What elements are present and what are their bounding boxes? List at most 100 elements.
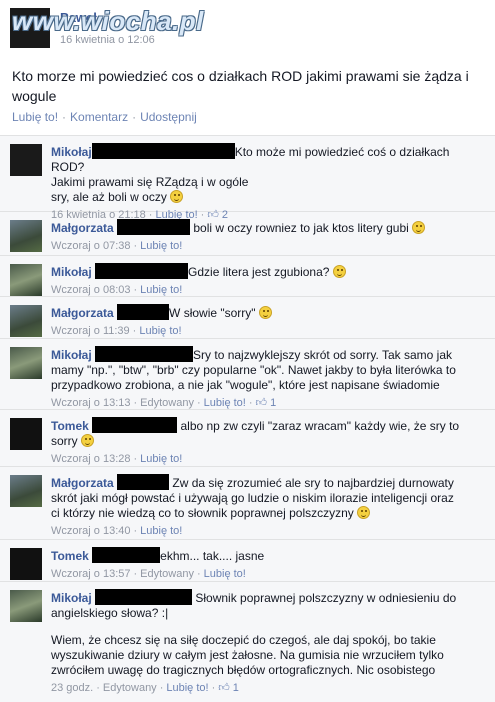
post-header: Paweł 16 kwietnia o 12:06 www.wiocha.pl <box>0 0 495 55</box>
post-comment-link[interactable]: Komentarz <box>70 110 128 124</box>
comment-avatar[interactable] <box>10 590 42 622</box>
comment-author[interactable]: Mikołaj <box>51 265 92 279</box>
comment-time[interactable]: 23 godz. <box>51 682 93 694</box>
comment-text: ci którzy nie wiedzą co to słownik popra… <box>51 506 354 520</box>
comment-author[interactable]: Mikołaj <box>51 348 92 362</box>
post-actions: Lubię to! · Komentarz · Udostępnij <box>12 110 197 124</box>
comment-author[interactable]: Tomek <box>51 419 89 433</box>
comment-like-link[interactable]: Lubię to! <box>139 325 181 337</box>
comment-meta: Wczoraj o 13:13 · Edytowany · Lubię to! · 👍︎ 1 <box>51 396 277 410</box>
comment-like-link[interactable]: Lubię to! <box>140 240 182 252</box>
comment-author[interactable]: Tomek <box>51 549 89 563</box>
comment-author[interactable]: Mikołaj <box>51 145 92 159</box>
comment-text: wyszukiwanie dziury w całym jest żałosne… <box>51 648 444 662</box>
redacted-name <box>91 143 235 159</box>
comments-list: Mikołaj Kto może mi powiedzieć coś o dzia… <box>0 135 495 702</box>
comment-text: Zw da się zrozumieć ale sry to najbardzi… <box>172 476 454 490</box>
like-count[interactable]: 1 <box>270 397 276 409</box>
comment-meta: 23 godz. · Edytowany · Lubię to! · 👍︎ 1 <box>51 681 239 695</box>
edited-label[interactable]: Edytowany <box>140 397 194 409</box>
post-text: Kto morze mi powiedzieć cos o działkach … <box>12 68 469 104</box>
comment-like-link[interactable]: Lubię to! <box>204 397 246 409</box>
redacted-name <box>117 304 170 320</box>
comment-text: Sry to najzwyklejszy skrót od sorry. Tak… <box>193 348 452 362</box>
comment: Małgorzata Zw da się zrozumieć ale sry t… <box>0 467 495 540</box>
comment-like-link[interactable]: Lubię to! <box>140 284 182 296</box>
comment-time[interactable]: Wczoraj o 08:03 <box>51 284 130 296</box>
comment-time[interactable]: Wczoraj o 13:57 <box>51 568 130 580</box>
comment-body: Tomek ekhm... tak.... jasne Wczoraj o 13… <box>51 547 481 581</box>
separator: · <box>62 110 67 124</box>
emoji-icon <box>357 506 371 519</box>
comment-avatar[interactable] <box>10 305 42 337</box>
redacted-name <box>95 589 193 605</box>
edited-label[interactable]: Edytowany <box>103 682 157 694</box>
comment-avatar[interactable] <box>10 418 42 450</box>
comment-meta: Wczoraj o 13:40 · Lubię to! <box>51 525 183 537</box>
redacted-name <box>117 474 170 490</box>
comment: Mikołaj Słownik poprawnej polszczyzny w … <box>0 582 495 702</box>
comment: Małgorzata W słowie "sorry" Wczoraj o 11… <box>0 297 495 339</box>
thumbs-up-icon[interactable]: 👍︎ <box>256 396 268 410</box>
comment: Mikołaj Kto może mi powiedzieć coś o dzia… <box>0 136 495 221</box>
comment-avatar[interactable] <box>10 220 42 252</box>
post-like-link[interactable]: Lubię to! <box>12 110 58 124</box>
comment-text: Gdzie litera jest zgubiona? <box>188 265 330 279</box>
comment-like-link[interactable]: Lubię to! <box>166 682 208 694</box>
watermark-logo: www.wiocha.pl <box>12 6 204 36</box>
comment-time[interactable]: Wczoraj o 13:28 <box>51 453 130 465</box>
comment: Tomek ekhm... tak.... jasne Wczoraj o 13… <box>0 540 495 582</box>
comment-text: mamy "np.", "btw", "brb" czy popularne "… <box>51 363 456 377</box>
comment-text: zwróciłem uwagę do tragicznych błędów or… <box>51 663 436 677</box>
comment-body: Mikołaj Gdzie litera jest zgubiona? Wczo… <box>51 263 481 297</box>
comment-meta: Wczoraj o 07:38 · Lubię to! <box>51 240 183 252</box>
comment-text: Wiem, że chcesz się na siłę doczepić do … <box>51 633 436 647</box>
comment-time[interactable]: Wczoraj o 13:40 <box>51 525 130 537</box>
comment-like-link[interactable]: Lubię to! <box>204 568 246 580</box>
separator: · <box>132 110 137 124</box>
comment-avatar[interactable] <box>10 347 42 379</box>
emoji-icon <box>170 190 184 203</box>
comment-like-link[interactable]: Lubię to! <box>140 525 182 537</box>
thumbs-up-icon[interactable]: 👍︎ <box>218 681 230 695</box>
comment-body: Tomek albo np zw czyli "zaraz wracam" ka… <box>51 417 481 466</box>
comment-meta: Wczoraj o 11:39 · Lubię to! <box>51 325 182 337</box>
comment-like-link[interactable]: Lubię to! <box>140 453 182 465</box>
comment-body: Małgorzata W słowie "sorry" Wczoraj o 11… <box>51 304 481 338</box>
comment-body: Małgorzata Zw da się zrozumieć ale sry t… <box>51 474 481 538</box>
comment-text: sorry <box>51 434 78 448</box>
comment-text: przypadkowo zrobiona, a nie jak "wogule"… <box>51 378 440 392</box>
comment-text: boli w oczy rowniez to jak ktos litery g… <box>193 221 409 235</box>
comment-author[interactable]: Mikołaj <box>51 591 92 605</box>
comment-time[interactable]: Wczoraj o 11:39 <box>51 325 130 337</box>
redacted-name <box>95 346 194 362</box>
comment-time[interactable]: Wczoraj o 07:38 <box>51 240 130 252</box>
comment-time[interactable]: Wczoraj o 13:13 <box>51 397 130 409</box>
comment-avatar[interactable] <box>10 264 42 296</box>
comment-text: angielskiego słowa? :| <box>51 606 169 620</box>
redacted-name <box>95 263 189 279</box>
comment-body: Małgorzata boli w oczy rowniez to jak kt… <box>51 219 481 253</box>
comment: Mikołaj Sry to najzwyklejszy skrót od so… <box>0 339 495 410</box>
emoji-icon <box>412 221 426 234</box>
redacted-name <box>117 219 191 235</box>
comment-body: Mikołaj Sry to najzwyklejszy skrót od so… <box>51 346 481 410</box>
comment-text: albo np zw czyli "zaraz wracam" każdy wi… <box>180 419 460 433</box>
comment-avatar[interactable] <box>10 548 42 580</box>
comment-text: Słownik poprawnej polszczyzny w odniesie… <box>195 591 457 605</box>
comment-author[interactable]: Małgorzata <box>51 476 114 490</box>
comment-text: W słowie "sorry" <box>169 306 256 320</box>
comment-body: Mikołaj Kto może mi powiedzieć coś o dzia… <box>51 143 481 222</box>
comment-text: Jakimi prawami się RZądzą i w ogóle <box>51 175 249 189</box>
comment-meta: Wczoraj o 13:57 · Edytowany · Lubię to! <box>51 568 246 580</box>
comment-author[interactable]: Małgorzata <box>51 221 114 235</box>
edited-label[interactable]: Edytowany <box>140 568 194 580</box>
comment-text: skrót jaki mógł powstać i używają go lud… <box>51 491 454 505</box>
comment-avatar[interactable] <box>10 144 42 176</box>
comment-avatar[interactable] <box>10 475 42 507</box>
post-share-link[interactable]: Udostępnij <box>140 110 197 124</box>
comment-meta: Wczoraj o 08:03 · Lubię to! <box>51 284 183 296</box>
comment-text: ekhm... tak.... jasne <box>160 549 265 563</box>
comment-author[interactable]: Małgorzata <box>51 306 114 320</box>
like-count[interactable]: 1 <box>233 682 239 694</box>
